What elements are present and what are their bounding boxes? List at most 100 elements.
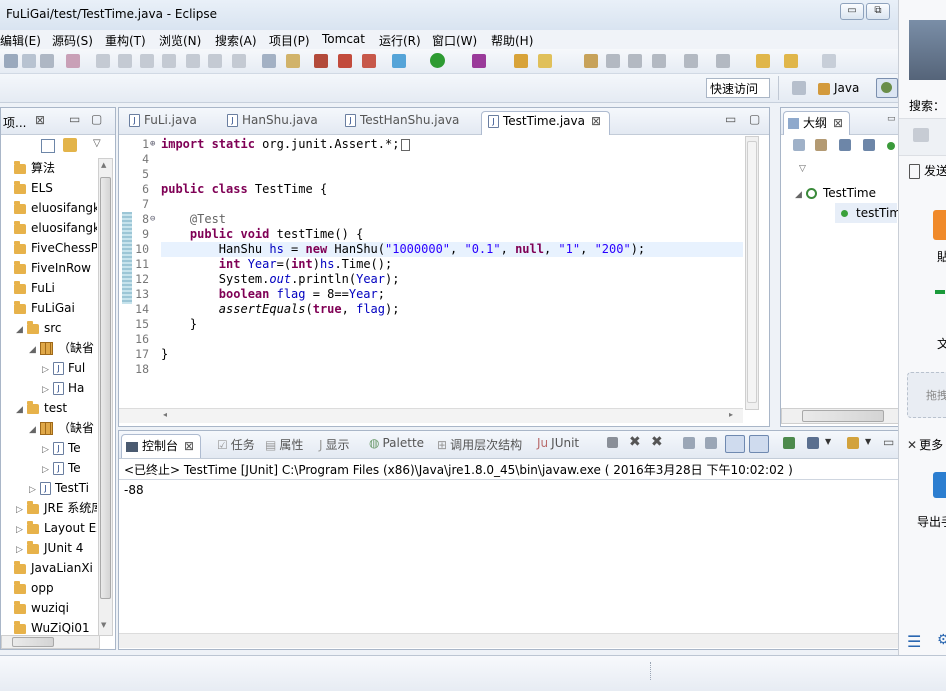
- editor-vscrollbar[interactable]: [745, 136, 759, 410]
- message-icon[interactable]: [913, 128, 929, 142]
- expand-icon[interactable]: ◢: [16, 400, 24, 420]
- code-line[interactable]: 7: [119, 197, 743, 212]
- tree-row-22[interactable]: wuziqi: [1, 598, 97, 618]
- outline-method-row[interactable]: testTim: [835, 203, 901, 223]
- terminate-icon[interactable]: [607, 437, 618, 448]
- code-line[interactable]: 14 assertEquals(true, flag);: [119, 302, 743, 317]
- menu-icon[interactable]: ☰: [907, 632, 921, 651]
- tomcat-restart-icon[interactable]: [362, 54, 376, 68]
- fold-icon[interactable]: ⊖: [150, 212, 155, 227]
- tree-row-10[interactable]: ▷ J Ful: [1, 358, 97, 378]
- editor-hscrollbar[interactable]: ◂ ▸: [119, 408, 743, 423]
- menu-source[interactable]: 源码(S): [52, 32, 93, 49]
- app-icon[interactable]: [933, 210, 946, 240]
- expand-icon[interactable]: ▷: [42, 380, 50, 400]
- expand-icon[interactable]: ▷: [29, 480, 37, 500]
- editor-tab-fuli[interactable]: J FuLi.java: [125, 111, 201, 134]
- console-tab[interactable]: 控制台 ⊠: [121, 434, 202, 458]
- tomcat-stop-icon[interactable]: [338, 54, 352, 68]
- explorer-hscrollbar[interactable]: [1, 635, 100, 649]
- show-on-stderr-icon[interactable]: [749, 435, 769, 453]
- more-button[interactable]: ✕ 更多: [907, 436, 943, 453]
- external-tools-icon[interactable]: [472, 54, 486, 68]
- editor-tab-testhanshu[interactable]: J TestHanShu.java: [341, 111, 463, 134]
- expand-icon[interactable]: ▷: [42, 460, 50, 480]
- suspend-icon[interactable]: [118, 54, 132, 68]
- outline-hscrollbar[interactable]: [781, 408, 899, 424]
- code-area[interactable]: 1 ⊕ import static org.junit.Assert.*; 4 5 6 pu…: [119, 137, 743, 407]
- prev-annotation-icon[interactable]: [716, 54, 730, 68]
- open-type-icon[interactable]: [584, 54, 598, 68]
- tree-row-6[interactable]: FuLi: [1, 278, 97, 298]
- tree-row-4[interactable]: FiveChessPro: [1, 238, 97, 258]
- maximize-button[interactable]: ⧉: [866, 3, 890, 20]
- tree-row-20[interactable]: JavaLianXi: [1, 558, 97, 578]
- menu-help[interactable]: 帮助(H): [491, 32, 533, 49]
- gear-icon[interactable]: ⚙: [937, 632, 946, 648]
- clear-console-icon[interactable]: [683, 437, 695, 449]
- print-icon[interactable]: [40, 54, 54, 68]
- drop-zone[interactable]: 拖拽: [907, 372, 946, 418]
- minimize-button[interactable]: ▭: [840, 3, 864, 20]
- code-line[interactable]: 6 public class TestTime {: [119, 182, 743, 197]
- tree-row-23[interactable]: WuZiQi01: [1, 618, 97, 636]
- scroll-down-icon[interactable]: ▼: [101, 621, 106, 629]
- tree-row-3[interactable]: eluosifangku: [1, 218, 97, 238]
- menu-run[interactable]: 运行(R): [379, 32, 421, 49]
- link-with-editor-icon[interactable]: [63, 138, 77, 152]
- show-console-icon[interactable]: [286, 54, 300, 68]
- maximize-view-icon[interactable]: ▢: [91, 112, 102, 126]
- palette-tab[interactable]: ◍ Palette: [369, 434, 428, 457]
- minimize-view-icon[interactable]: ▭: [725, 112, 736, 126]
- minimize-view-icon[interactable]: ▭: [883, 435, 894, 449]
- view-menu-icon[interactable]: ▽: [93, 138, 101, 149]
- resume-icon[interactable]: [96, 54, 110, 68]
- sort-icon[interactable]: [815, 139, 827, 151]
- last-edit-icon[interactable]: [756, 54, 770, 68]
- explorer-vscrollbar[interactable]: ▲ ▼: [98, 158, 113, 636]
- tree-row-17[interactable]: ▷ JRE 系统库: [1, 498, 97, 518]
- outline-tab[interactable]: 大纲 ⊠: [783, 111, 851, 135]
- scroll-right-icon[interactable]: ▸: [729, 410, 733, 419]
- tasks-tab[interactable]: ☑ 任务: [217, 434, 259, 457]
- console-output[interactable]: <已终止> TestTime [JUnit] C:\Program Files …: [119, 461, 899, 499]
- new-class-icon[interactable]: [538, 54, 552, 68]
- expand-icon[interactable]: ◢: [29, 420, 37, 440]
- terminate-icon[interactable]: [140, 54, 154, 68]
- remove-all-icon[interactable]: ✖: [651, 434, 663, 450]
- close-icon[interactable]: ⊠: [35, 113, 45, 127]
- debug-icon[interactable]: [392, 54, 406, 68]
- outline-hscroll-thumb[interactable]: [802, 410, 884, 422]
- tree-row-9[interactable]: ◢ （缺省: [1, 338, 97, 358]
- expand-icon[interactable]: ◢: [29, 340, 37, 360]
- explorer-vscroll-thumb[interactable]: [100, 177, 111, 599]
- tomcat-start-icon[interactable]: [314, 54, 328, 68]
- save-icon[interactable]: [22, 54, 36, 68]
- expand-icon[interactable]: ◢: [795, 185, 803, 205]
- open-console-icon[interactable]: [847, 437, 859, 449]
- chevron-down-icon[interactable]: ▼: [825, 437, 831, 446]
- hide-static-icon[interactable]: [863, 139, 875, 151]
- menu-window[interactable]: 窗口(W): [432, 32, 477, 49]
- code-line[interactable]: 11 int Year=(int)hs.Time();: [119, 257, 743, 272]
- code-line[interactable]: 15 }: [119, 317, 743, 332]
- step-over-icon[interactable]: [208, 54, 222, 68]
- use-step-filters-icon[interactable]: [262, 54, 276, 68]
- collapse-all-icon[interactable]: [41, 139, 55, 153]
- code-line[interactable]: 10 HanShu hs = new HanShu("1000000", "0.…: [119, 242, 743, 257]
- code-line[interactable]: 4: [119, 152, 743, 167]
- menu-navigate[interactable]: 浏览(N): [159, 32, 201, 49]
- code-line[interactable]: 12 System.out.println(Year);: [119, 272, 743, 287]
- tree-row-12[interactable]: ◢ test: [1, 398, 97, 418]
- save-all-icon[interactable]: [4, 54, 18, 68]
- disconnect-icon[interactable]: [162, 54, 176, 68]
- menu-refactor[interactable]: 重构(T): [105, 32, 146, 49]
- open-perspective-icon[interactable]: [792, 81, 806, 95]
- tree-row-5[interactable]: FiveInRow: [1, 258, 97, 278]
- maximize-view-icon[interactable]: ▢: [749, 112, 760, 126]
- search-icon[interactable]: [606, 54, 620, 68]
- scroll-up-icon[interactable]: ▲: [101, 161, 106, 169]
- console-hscrollbar[interactable]: [119, 633, 899, 648]
- menu-search[interactable]: 搜索(A): [215, 32, 257, 49]
- code-line[interactable]: 17}: [119, 347, 743, 362]
